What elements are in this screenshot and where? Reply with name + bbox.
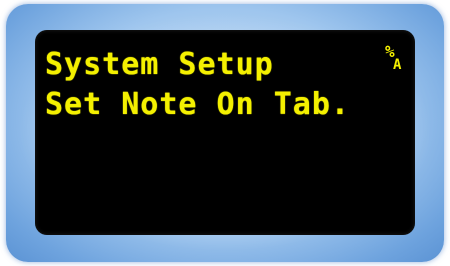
menu-title: System Setup xyxy=(45,47,274,82)
indicator-bottom: A xyxy=(393,57,402,73)
lcd-screen: System Setup Set Note On Tab. % A xyxy=(35,30,415,235)
mode-indicator-icon: % A xyxy=(385,44,407,78)
menu-option: Set Note On Tab. xyxy=(45,87,350,122)
